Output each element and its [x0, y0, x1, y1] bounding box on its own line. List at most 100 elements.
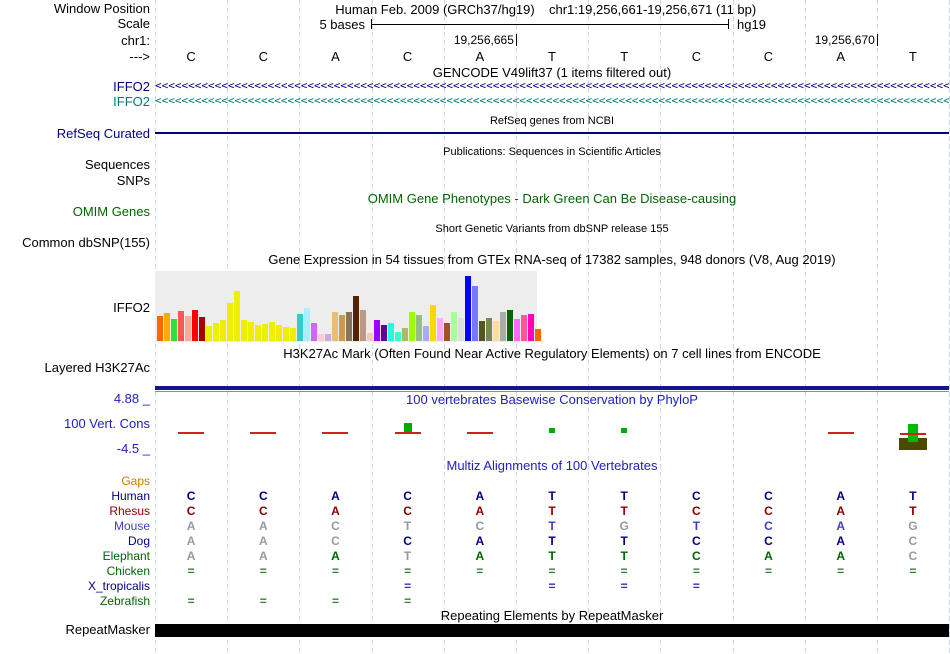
conservation-label[interactable]: 100 Vert. Cons — [0, 417, 150, 431]
alignment-base: A — [258, 519, 268, 533]
gtex-bar[interactable] — [304, 308, 310, 341]
species-label-human[interactable]: Human — [0, 489, 150, 503]
gtex-bar[interactable] — [395, 332, 401, 341]
gtex-bar[interactable] — [199, 317, 205, 341]
gtex-bar[interactable] — [353, 296, 359, 341]
gencode-item-label[interactable]: IFFO2 — [0, 95, 150, 108]
gtex-bar[interactable] — [241, 320, 247, 341]
h3k27ac-label[interactable]: Layered H3K27Ac — [0, 361, 150, 375]
species-label-dog[interactable]: Dog — [0, 534, 150, 548]
gtex-bar[interactable] — [493, 321, 499, 341]
gencode-items[interactable]: IFFO2 <<<<<<<<<<<<<<<<<<<<<<<<<<<<<<<<<<<… — [0, 80, 950, 110]
gtex-bar[interactable] — [416, 315, 422, 341]
alignment-base: T — [620, 504, 628, 518]
gtex-bar[interactable] — [311, 323, 317, 341]
gtex-bar[interactable] — [367, 333, 373, 341]
gtex-bar[interactable] — [465, 276, 471, 341]
gtex-bar[interactable] — [269, 322, 275, 341]
genome-browser-image[interactable]: Window Position Human Feb. 2009 (GRCh37/… — [0, 0, 950, 654]
gtex-gene-label[interactable]: IFFO2 — [0, 301, 150, 315]
gtex-bar[interactable] — [262, 324, 268, 341]
gencode-title: GENCODE V49lift37 (1 items filtered out) — [432, 65, 672, 80]
omim-label[interactable]: OMIM Genes — [0, 205, 150, 219]
gencode-item-label[interactable]: IFFO2 — [0, 80, 150, 93]
gtex-bar[interactable] — [472, 286, 478, 341]
gtex-bar[interactable] — [234, 291, 240, 341]
alignment-base: C — [764, 534, 773, 548]
gtex-bar[interactable] — [290, 328, 296, 341]
repeatmasker-bar[interactable] — [155, 624, 949, 637]
gtex-bar[interactable] — [514, 319, 520, 341]
gtex-bar[interactable] — [297, 314, 303, 341]
gtex-bar[interactable] — [339, 315, 345, 341]
gtex-bar[interactable] — [276, 325, 282, 341]
gtex-chart[interactable] — [155, 271, 541, 342]
gtex-bar[interactable] — [332, 312, 338, 341]
gtex-bar[interactable] — [444, 323, 450, 341]
gtex-bar[interactable] — [206, 326, 212, 341]
gtex-bar[interactable] — [381, 325, 387, 341]
gtex-bar[interactable] — [283, 327, 289, 341]
species-label-x_tropicalis[interactable]: X_tropicalis — [0, 579, 150, 593]
gtex-bar[interactable] — [178, 311, 184, 341]
gtex-bar[interactable] — [318, 334, 324, 341]
gtex-bar[interactable] — [248, 322, 254, 341]
gtex-bar[interactable] — [255, 325, 261, 341]
transcript-arrows[interactable]: <<<<<<<<<<<<<<<<<<<<<<<<<<<<<<<<<<<<<<<<… — [155, 95, 949, 108]
gtex-bar[interactable] — [479, 321, 485, 341]
gtex-bar[interactable] — [521, 315, 527, 341]
species-label-chicken[interactable]: Chicken — [0, 564, 150, 578]
species-label-elephant[interactable]: Elephant — [0, 549, 150, 563]
refseq-track-line[interactable] — [155, 132, 949, 134]
conservation-graph[interactable] — [155, 418, 949, 456]
alignment-base: A — [475, 534, 485, 548]
alignment-base: T — [548, 534, 556, 548]
species-label-zebrafish[interactable]: Zebrafish — [0, 594, 150, 608]
gtex-bar[interactable] — [346, 312, 352, 341]
gtex-bar[interactable] — [374, 320, 380, 341]
gtex-bar[interactable] — [402, 328, 408, 341]
refseq-label[interactable]: RefSeq Curated — [0, 127, 150, 141]
species-label-gaps[interactable]: Gaps — [0, 474, 150, 488]
transcript-arrows[interactable]: <<<<<<<<<<<<<<<<<<<<<<<<<<<<<<<<<<<<<<<<… — [155, 80, 949, 93]
gtex-bar[interactable] — [409, 312, 415, 341]
gtex-bar[interactable] — [213, 323, 219, 341]
alignment-base: A — [836, 489, 846, 503]
gtex-bar[interactable] — [458, 318, 464, 341]
h3k27ac-signal[interactable] — [155, 386, 949, 390]
species-label-mouse[interactable]: Mouse — [0, 519, 150, 533]
gtex-bar[interactable] — [486, 318, 492, 341]
gtex-bar[interactable] — [528, 314, 534, 341]
alignment-base: A — [258, 534, 268, 548]
gtex-bar[interactable] — [192, 310, 198, 341]
multiz-grid[interactable]: Gaps Human C C A C A T T C C A T Rhesus C C A C A T T C C A T Mou… — [0, 474, 950, 612]
gtex-bar[interactable] — [220, 320, 226, 341]
snps-label[interactable]: SNPs — [0, 174, 150, 188]
gtex-bar[interactable] — [500, 312, 506, 341]
gtex-bar[interactable] — [325, 334, 331, 341]
alignment-base: C — [258, 504, 268, 518]
species-label-rhesus[interactable]: Rhesus — [0, 504, 150, 518]
ruler-base: C — [691, 49, 702, 64]
gtex-bar[interactable] — [388, 323, 394, 341]
gtex-bar[interactable] — [430, 305, 436, 341]
gtex-bar[interactable] — [507, 310, 513, 341]
gtex-bar[interactable] — [451, 312, 457, 341]
gtex-bar[interactable] — [360, 310, 366, 341]
gtex-bar[interactable] — [535, 329, 541, 341]
repeatmasker-label[interactable]: RepeatMasker — [0, 623, 150, 637]
conservation-max: 4.88 _ — [113, 391, 150, 406]
gtex-bar[interactable] — [185, 316, 191, 341]
omim-title: OMIM Gene Phenotypes - Dark Green Can Be… — [367, 191, 737, 206]
gtex-bar[interactable] — [164, 313, 170, 341]
alignment-base: = — [909, 564, 917, 578]
gtex-bar[interactable] — [423, 326, 429, 341]
alignment-base: C — [186, 489, 196, 503]
gtex-bar[interactable] — [437, 318, 443, 341]
alignment-base: C — [258, 489, 268, 503]
gtex-bar[interactable] — [227, 303, 233, 341]
gtex-bar[interactable] — [157, 316, 163, 341]
sequences-label[interactable]: Sequences — [0, 158, 150, 172]
gtex-bar[interactable] — [171, 319, 177, 341]
dbsnp-label[interactable]: Common dbSNP(155) — [0, 236, 150, 250]
